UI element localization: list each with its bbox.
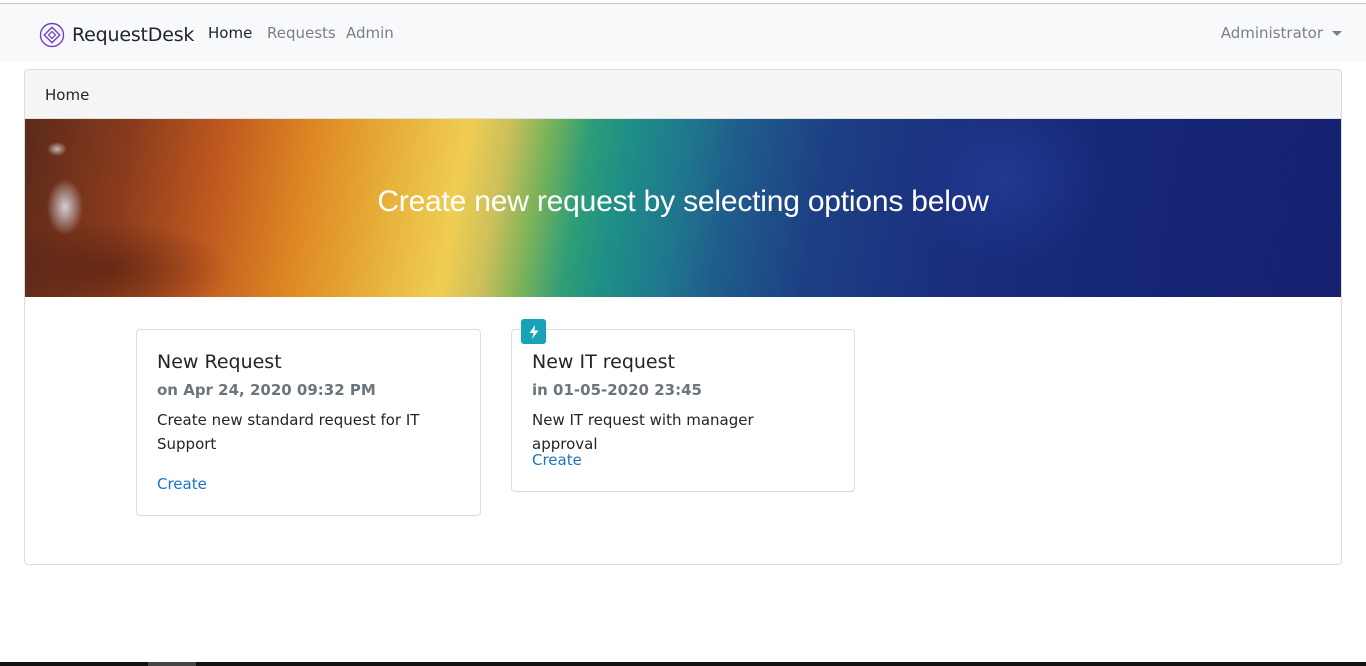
create-link[interactable]: Create xyxy=(157,475,207,493)
hero-title: Create new request by selecting options … xyxy=(377,185,989,218)
hero-banner: Create new request by selecting options … xyxy=(25,119,1341,297)
nav-admin[interactable]: Admin xyxy=(346,24,394,42)
card-subtitle: in 01-05-2020 23:45 xyxy=(532,381,702,399)
lightning-icon xyxy=(521,319,546,344)
request-card-new-it-request: New IT request in 01-05-2020 23:45 New I… xyxy=(511,319,855,492)
main-card: Home Create new request by selecting opt… xyxy=(24,69,1342,565)
caret-down-icon xyxy=(1332,30,1342,36)
breadcrumb: Home xyxy=(25,70,1341,119)
nav-home[interactable]: Home xyxy=(208,24,252,42)
diamond-logo-icon xyxy=(39,22,65,48)
create-link[interactable]: Create xyxy=(532,451,582,469)
brand-name: RequestDesk xyxy=(72,24,195,46)
breadcrumb-home: Home xyxy=(45,86,90,104)
taskbar-edge xyxy=(0,662,1366,666)
brand-logo-link[interactable]: RequestDesk xyxy=(39,22,194,48)
card-subtitle: on Apr 24, 2020 09:32 PM xyxy=(157,381,376,399)
card-description: New IT request with manager approval xyxy=(532,411,754,453)
top-navbar: RequestDesk Home Requests Admin Administ… xyxy=(0,4,1366,61)
user-name: Administrator xyxy=(1220,24,1323,42)
card-title: New Request xyxy=(157,351,282,373)
card-title: New IT request xyxy=(532,351,675,373)
request-card-new-request: New Request on Apr 24, 2020 09:32 PM Cre… xyxy=(136,329,481,516)
user-dropdown[interactable]: Administrator xyxy=(1221,24,1342,42)
nav-requests[interactable]: Requests xyxy=(267,24,336,42)
card-description: Create new standard request for IT Suppo… xyxy=(157,411,420,453)
